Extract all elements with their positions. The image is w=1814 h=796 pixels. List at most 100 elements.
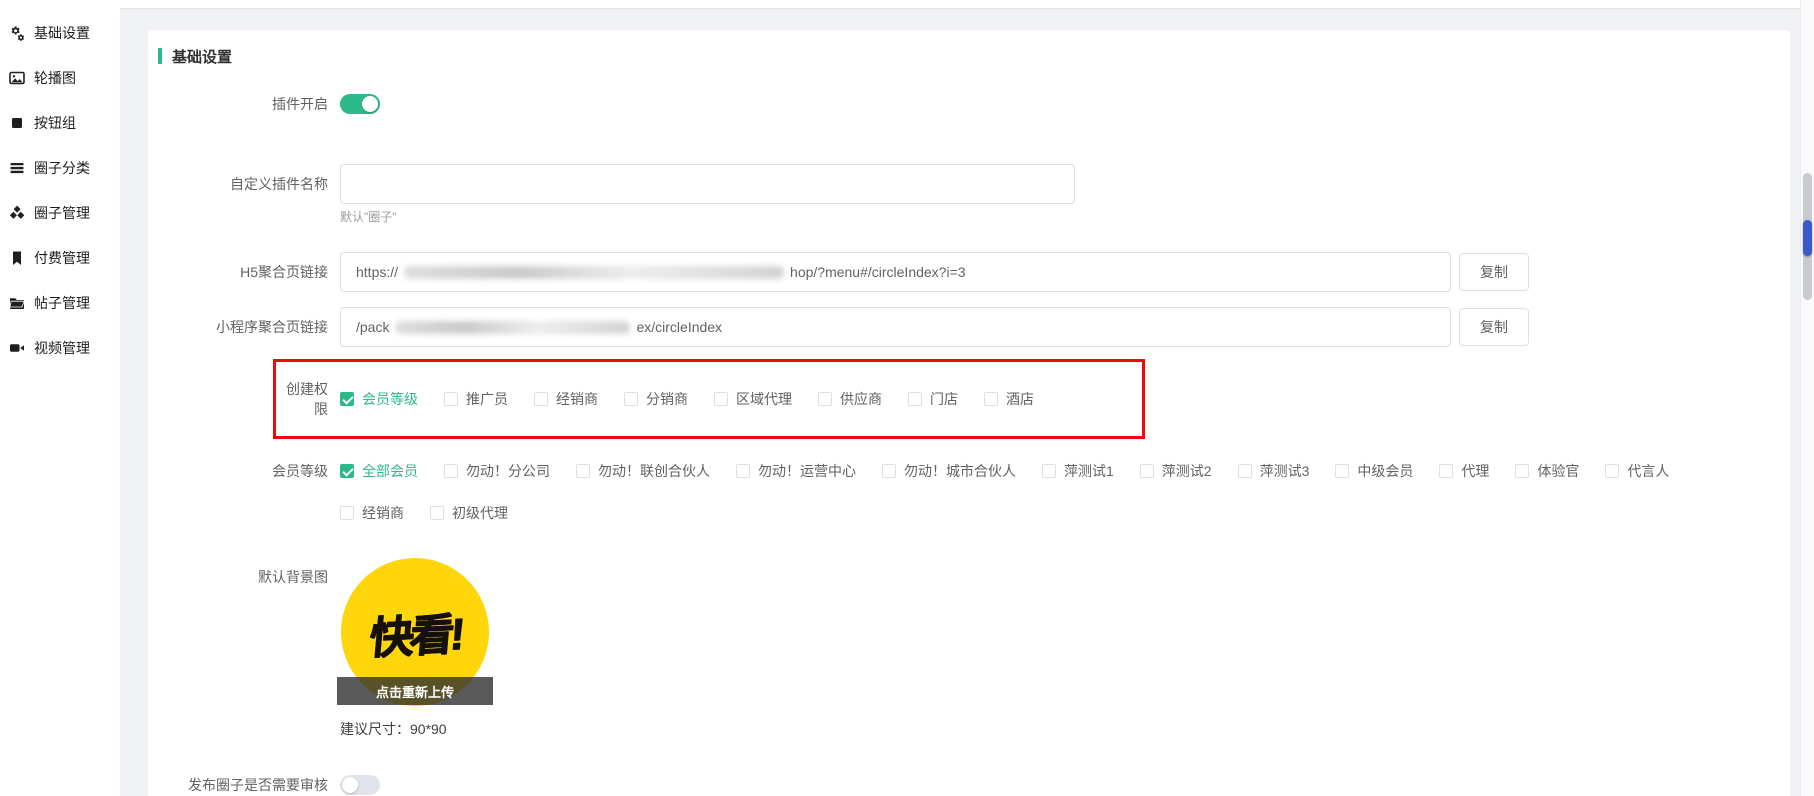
image-icon [9, 70, 25, 86]
create-permission-row: 创建权限 会员等级 推广员 经销商 分销商 区域代理 供应商 门店 酒店 [276, 379, 1142, 419]
checkbox-box [1140, 464, 1154, 478]
checkbox-option[interactable]: 勿动！分公司 [444, 461, 550, 481]
checkbox-option[interactable]: 酒店 [984, 389, 1034, 409]
sidebar-item-label: 基础设置 [34, 23, 90, 43]
sidebar-item-label: 圈子管理 [34, 203, 90, 223]
image-text: 快看! [367, 598, 464, 667]
mini-copy-button[interactable]: 复制 [1459, 308, 1529, 346]
checkbox-box [1439, 464, 1453, 478]
background-image-upload[interactable]: 快看! 点击重新上传 [340, 557, 490, 707]
checkbox-box [882, 464, 896, 478]
sidebar-item[interactable]: 圈子管理 [0, 190, 120, 235]
checkbox-label: 区域代理 [736, 389, 792, 409]
checkbox-option[interactable]: 初级代理 [430, 503, 508, 523]
publish-review-toggle[interactable] [340, 775, 380, 795]
plugin-enabled-toggle[interactable] [340, 94, 380, 114]
checkbox-label: 初级代理 [452, 503, 508, 523]
settings-card: 基础设置 插件开启 自定义插件名称 默认"圈子" H5聚合页链接 https:/… [148, 30, 1790, 796]
checkbox-option[interactable]: 经销商 [340, 503, 404, 523]
scrollbar-track[interactable] [1800, 0, 1814, 796]
mini-link-input[interactable]: /pack ex/circleIndex [340, 307, 1451, 347]
plugin-name-input[interactable] [340, 164, 1075, 204]
checkbox-box [1515, 464, 1529, 478]
sidebar-item[interactable]: 基础设置 [0, 10, 120, 55]
square-icon [9, 115, 25, 131]
sidebar-item-label: 视频管理 [34, 338, 90, 358]
checkbox-option[interactable]: 分销商 [624, 389, 688, 409]
checkbox-label: 代言人 [1627, 461, 1669, 481]
sidebar-item-label: 付费管理 [34, 248, 90, 268]
checkbox-option[interactable]: 勿动！联创合伙人 [576, 461, 710, 481]
sidebar-item-label: 按钮组 [34, 113, 76, 133]
checkbox-label: 勿动！运营中心 [758, 461, 856, 481]
mini-link-label: 小程序聚合页链接 [148, 317, 340, 337]
sidebar-item[interactable]: 圈子分类 [0, 145, 120, 190]
checkbox-option[interactable]: 勿动！城市合伙人 [882, 461, 1016, 481]
checkbox-box [340, 392, 354, 406]
checkbox-option[interactable]: 萍测试1 [1042, 461, 1114, 481]
h5-link-prefix: https:// [356, 264, 398, 280]
sidebar-item[interactable]: 按钮组 [0, 100, 120, 145]
checkbox-option[interactable]: 代理 [1439, 461, 1489, 481]
checkbox-label: 经销商 [362, 503, 404, 523]
plugin-name-row: 自定义插件名称 默认"圈子" [148, 164, 1790, 224]
member-level-options: 全部会员 勿动！分公司 勿动！联创合伙人 勿动！运营中心 勿动！城市合伙人 萍测… [340, 461, 1730, 523]
sidebar-item[interactable]: 视频管理 [0, 325, 120, 370]
cubes-icon [9, 205, 25, 221]
reupload-button[interactable]: 点击重新上传 [337, 677, 493, 705]
checkbox-label: 酒店 [1006, 389, 1034, 409]
create-permission-label: 创建权限 [276, 379, 340, 419]
checkbox-label: 萍测试2 [1162, 461, 1212, 481]
checkbox-label: 门店 [930, 389, 958, 409]
checkbox-label: 推广员 [466, 389, 508, 409]
create-permission-options: 会员等级 推广员 经销商 分销商 区域代理 供应商 门店 酒店 [340, 389, 1034, 409]
checkbox-box [818, 392, 832, 406]
checkbox-label: 会员等级 [362, 389, 418, 409]
checkbox-label: 供应商 [840, 389, 882, 409]
checkbox-label: 分销商 [646, 389, 688, 409]
list-icon [9, 160, 25, 176]
checkbox-box [340, 464, 354, 478]
publish-review-row: 发布圈子是否需要审核 [148, 775, 1790, 795]
sidebar-item[interactable]: 帖子管理 [0, 280, 120, 325]
plugin-switch-label: 插件开启 [148, 94, 340, 114]
checkbox-box [430, 506, 444, 520]
h5-link-label: H5聚合页链接 [148, 262, 340, 282]
checkbox-option[interactable]: 勿动！运营中心 [736, 461, 856, 481]
size-hint: 建议尺寸：90*90 [340, 719, 490, 739]
sidebar-item[interactable]: 付费管理 [0, 235, 120, 280]
h5-copy-button[interactable]: 复制 [1459, 253, 1529, 291]
checkbox-label: 中级会员 [1357, 461, 1413, 481]
checkbox-box [624, 392, 638, 406]
checkbox-option[interactable]: 中级会员 [1335, 461, 1413, 481]
checkbox-box [736, 464, 750, 478]
checkbox-option[interactable]: 全部会员 [340, 461, 418, 481]
mini-link-row: 小程序聚合页链接 /pack ex/circleIndex 复制 [148, 307, 1790, 347]
checkbox-option[interactable]: 体验官 [1515, 461, 1579, 481]
checkbox-label: 萍测试1 [1064, 461, 1114, 481]
checkbox-option[interactable]: 会员等级 [340, 389, 418, 409]
publish-review-label: 发布圈子是否需要审核 [148, 775, 340, 795]
checkbox-box [908, 392, 922, 406]
checkbox-option[interactable]: 门店 [908, 389, 958, 409]
mini-link-prefix: /pack [356, 319, 389, 335]
checkbox-option[interactable]: 区域代理 [714, 389, 792, 409]
checkbox-option[interactable]: 经销商 [534, 389, 598, 409]
scrollbar-indicator[interactable] [1803, 220, 1812, 256]
sidebar: 基础设置 轮播图 按钮组 圈子分类 圈子管理 付费管理 帖子管理 [0, 0, 120, 796]
title-accent-bar [158, 48, 162, 64]
h5-link-input[interactable]: https:// hop/?menu#/circleIndex?i=3 [340, 252, 1451, 292]
checkbox-box [1238, 464, 1252, 478]
checkbox-box [714, 392, 728, 406]
checkbox-option[interactable]: 萍测试3 [1238, 461, 1310, 481]
member-level-label: 会员等级 [148, 461, 340, 481]
checkbox-option[interactable]: 推广员 [444, 389, 508, 409]
checkbox-option[interactable]: 萍测试2 [1140, 461, 1212, 481]
sidebar-item[interactable]: 轮播图 [0, 55, 120, 100]
plugin-switch-row: 插件开启 [148, 94, 1790, 114]
page-title: 基础设置 [172, 46, 232, 67]
checkbox-option[interactable]: 供应商 [818, 389, 882, 409]
checkbox-box [576, 464, 590, 478]
checkbox-option[interactable]: 代言人 [1605, 461, 1669, 481]
bookmark-icon [9, 250, 25, 266]
